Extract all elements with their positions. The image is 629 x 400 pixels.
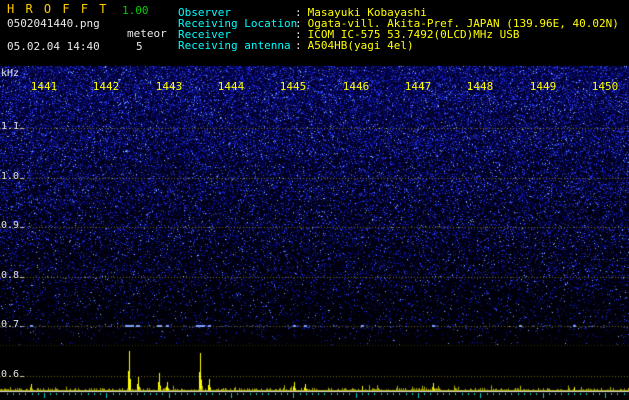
freq-tick-label: 0.7 <box>1 319 20 330</box>
time-tick-label: 1450 <box>591 80 619 93</box>
time-tick-label: 1443 <box>155 80 183 93</box>
app-version: 1.00 <box>122 4 149 17</box>
spectrogram-canvas <box>0 0 629 400</box>
meteor-count: 5 <box>136 40 143 53</box>
time-tick-label: 1445 <box>279 80 307 93</box>
time-tick-label: 1449 <box>529 80 557 93</box>
time-tick-label: 1446 <box>342 80 370 93</box>
time-tick-label: 1447 <box>404 80 432 93</box>
mode-label: meteor <box>127 27 167 40</box>
app-title: H R O F F T <box>7 2 109 16</box>
output-filename: 0502041440.png <box>7 17 100 30</box>
freq-tick-label: 0.6 <box>1 369 20 380</box>
info-separator: : <box>295 39 302 52</box>
freq-tick-label: 0.9 <box>1 220 20 231</box>
info-label: Receiving antenna <box>178 39 291 52</box>
observation-datetime: 05.02.04 14:40 <box>7 40 100 53</box>
info-row-antenna: Receiving antenna: A504HB(yagi 4el) <box>178 40 414 51</box>
time-tick-label: 1448 <box>466 80 494 93</box>
time-tick-label: 1444 <box>217 80 245 93</box>
time-tick-label: 1441 <box>30 80 58 93</box>
freq-tick-label: 0.8 <box>1 270 20 281</box>
time-tick-label: 1442 <box>92 80 120 93</box>
info-value: A504HB(yagi 4el) <box>307 39 414 52</box>
hrofft-output-window: H R O F F T 1.00 0502041440.png meteor 0… <box>0 0 629 400</box>
freq-axis-unit: kHz <box>1 68 20 79</box>
freq-tick-label: 1.1 <box>1 121 20 132</box>
freq-tick-label: 1.0 <box>1 171 20 182</box>
